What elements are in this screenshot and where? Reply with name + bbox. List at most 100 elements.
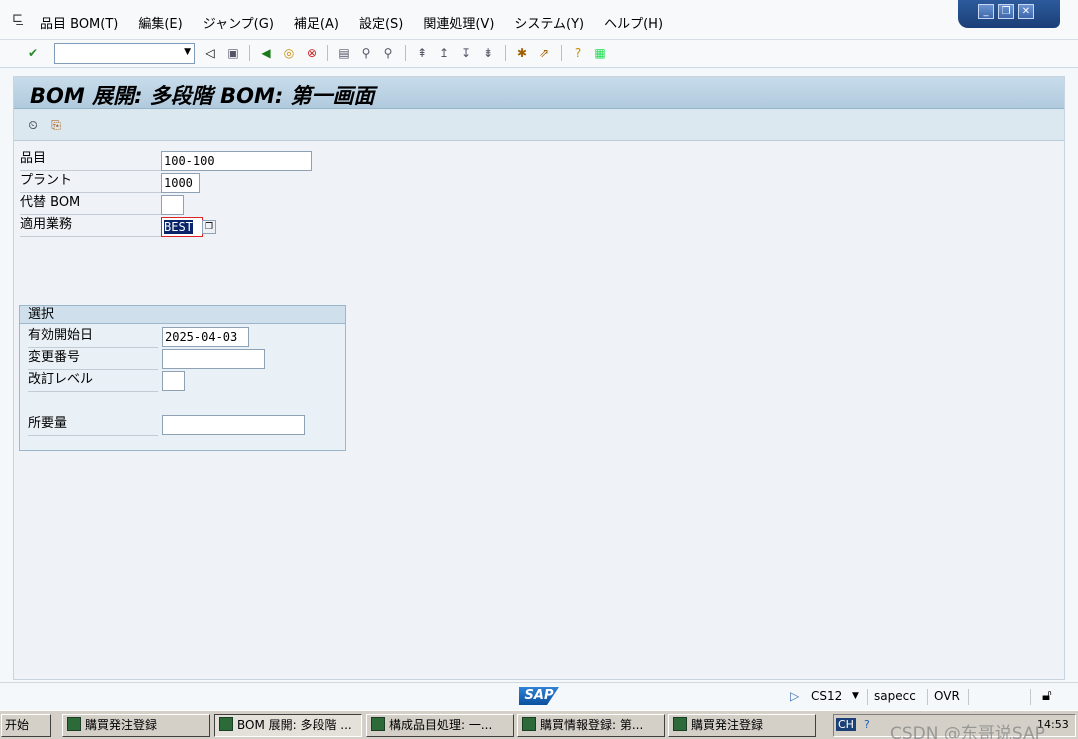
minimize-button[interactable]: _ (978, 4, 994, 19)
menu-item-help[interactable]: ヘルプ(H) (604, 13, 663, 32)
toolbar-separator (249, 45, 250, 61)
language-indicator[interactable]: CH (836, 718, 856, 731)
windows-taskbar: 开始 購買発注登録 BOM 展開: 多段階 ... 構成品目処理: 一... 購… (0, 710, 1078, 739)
help-icon[interactable]: ? (569, 44, 587, 62)
collapse-icon[interactable]: ◁ (201, 44, 219, 62)
execute-icon[interactable]: ⏲ (24, 116, 42, 134)
alt-bom-label: 代替 BOM (20, 193, 163, 215)
command-field[interactable]: ▼ (54, 43, 195, 64)
new-session-icon[interactable]: ✱ (513, 44, 531, 62)
task-label: BOM 展開: 多段階 ... (237, 718, 352, 732)
enter-icon[interactable]: ✔ (24, 44, 42, 62)
toolbar-separator (327, 45, 328, 61)
chevron-down-icon[interactable]: ▼ (184, 47, 191, 57)
start-label: 开始 (5, 718, 30, 732)
menu-item-goto[interactable]: ジャンプ(G) (203, 13, 274, 32)
menu-item-environment[interactable]: 関連処理(V) (423, 13, 494, 32)
task-label: 購買発注登録 (85, 718, 158, 732)
screen-frame: BOM 展開: 多段階 BOM: 第一画面 ⏲ ⎘ 品目 100-100 プラン… (13, 76, 1065, 680)
save-icon[interactable]: ▣ (224, 44, 242, 62)
menu-item-edit[interactable]: 編集(E) (138, 13, 182, 32)
task-component-processing[interactable]: 構成品目処理: 一... (366, 714, 514, 737)
exit-icon[interactable]: ◎ (280, 44, 298, 62)
find-next-icon[interactable]: ⚲ (379, 44, 397, 62)
material-label: 品目 (20, 149, 163, 171)
sap-window-icon (67, 717, 81, 731)
last-page-icon[interactable]: ⇟ (479, 44, 497, 62)
status-separator (968, 689, 969, 705)
find-icon[interactable]: ⚲ (357, 44, 375, 62)
change-number-label: 変更番号 (28, 348, 158, 370)
menu-item-settings[interactable]: 設定(S) (359, 13, 403, 32)
chevron-down-icon[interactable]: ▼ (852, 691, 859, 701)
sap-window-icon (673, 717, 687, 731)
window-controls: _ ❐ ✕ (958, 0, 1060, 28)
menu-list: 品目 BOM(T) 編集(E) ジャンプ(G) 補足(A) 設定(S) 関連処理… (40, 13, 683, 32)
bom-application-label: 適用業務 (20, 215, 163, 237)
sap-window-icon (219, 717, 233, 731)
lock-icon[interactable]: 🔓︎ (1042, 686, 1052, 704)
material-input[interactable]: 100-100 (161, 151, 312, 171)
menu-bar: ⊏̲ 品目 BOM(T) 編集(E) ジャンプ(G) 補足(A) 設定(S) 関… (0, 0, 1078, 40)
valid-from-label: 有効開始日 (28, 326, 158, 348)
cancel-icon[interactable]: ⊗ (303, 44, 321, 62)
status-expand-icon[interactable]: ▷ (790, 689, 799, 703)
system-menu-icon[interactable]: ⊏̲ (12, 11, 28, 27)
start-button[interactable]: 开始 (1, 714, 51, 737)
required-qty-input[interactable] (162, 415, 305, 435)
plant-input[interactable]: 1000 (161, 173, 200, 193)
revision-level-label: 改訂レベル (28, 370, 158, 392)
title-bar: BOM 展開: 多段階 BOM: 第一画面 (14, 77, 1064, 109)
insert-mode: OVR (934, 689, 960, 703)
application-toolbar: ⏲ ⎘ (14, 109, 1064, 141)
server-name: sapecc (874, 689, 916, 703)
toolbar-separator (405, 45, 406, 61)
selection-group-title: 選択 (20, 306, 345, 324)
revision-level-input[interactable] (162, 371, 185, 391)
bom-application-input[interactable]: BEST (161, 217, 203, 237)
status-separator (927, 689, 928, 705)
selection-group: 選択 有効開始日 2025-04-03 変更番号 改訂レベル 所要量 (19, 305, 346, 451)
transaction-code: CS12 (811, 689, 843, 703)
shortcut-icon[interactable]: ⇗ (535, 44, 553, 62)
print-icon[interactable]: ▤ (335, 44, 353, 62)
layout-menu-icon[interactable]: ▦ (591, 44, 609, 62)
task-label: 構成品目処理: 一... (389, 718, 493, 732)
restore-button[interactable]: ❐ (998, 4, 1014, 19)
alt-bom-input[interactable] (161, 195, 184, 215)
status-separator (1030, 689, 1031, 705)
main-area: BOM 展開: 多段階 BOM: 第一画面 ⏲ ⎘ 品目 100-100 プラン… (0, 68, 1078, 682)
task-bom-explosion[interactable]: BOM 展開: 多段階 ... (214, 714, 362, 737)
task-label: 購買発注登録 (691, 718, 764, 732)
sap-window-icon (522, 717, 536, 731)
task-label: 購買情報登録: 第... (540, 718, 644, 732)
page-title: BOM 展開: 多段階 BOM: 第一画面 (30, 84, 375, 108)
status-bar: SAP ▷ CS12 ▼ sapecc OVR 🔓︎ (0, 682, 1078, 710)
sap-logo: SAP (519, 687, 559, 705)
variant-icon[interactable]: ⎘ (47, 116, 65, 134)
task-purchase-order-2[interactable]: 購買発注登録 (668, 714, 816, 737)
toolbar-separator (561, 45, 562, 61)
help-icon[interactable]: ? (864, 718, 870, 731)
change-number-input[interactable] (162, 349, 265, 369)
standard-toolbar: ✔ ▼ ◁ ▣ ◀ ◎ ⊗ ▤ ⚲ ⚲ ⇞ ↥ ↧ ⇟ ✱ ⇗ ? ▦ (0, 40, 1078, 68)
value-help-icon[interactable]: ❐ (202, 220, 216, 234)
plant-label: プラント (20, 171, 163, 193)
bom-application-value: BEST (164, 220, 193, 234)
first-page-icon[interactable]: ⇞ (413, 44, 431, 62)
next-page-icon[interactable]: ↧ (457, 44, 475, 62)
task-purchase-order-1[interactable]: 購買発注登録 (62, 714, 210, 737)
menu-item-system[interactable]: システム(Y) (514, 13, 584, 32)
required-qty-label: 所要量 (28, 414, 158, 436)
menu-item-extras[interactable]: 補足(A) (294, 13, 339, 32)
toolbar-separator (505, 45, 506, 61)
valid-from-input[interactable]: 2025-04-03 (162, 327, 249, 347)
previous-page-icon[interactable]: ↥ (435, 44, 453, 62)
task-purchase-info[interactable]: 購買情報登録: 第... (517, 714, 665, 737)
menu-item-bom[interactable]: 品目 BOM(T) (40, 13, 118, 32)
close-button[interactable]: ✕ (1018, 4, 1034, 19)
back-icon[interactable]: ◀ (257, 44, 275, 62)
sap-window-icon (371, 717, 385, 731)
status-separator (867, 689, 868, 705)
watermark: CSDN @东哥说SAP (890, 724, 1045, 739)
